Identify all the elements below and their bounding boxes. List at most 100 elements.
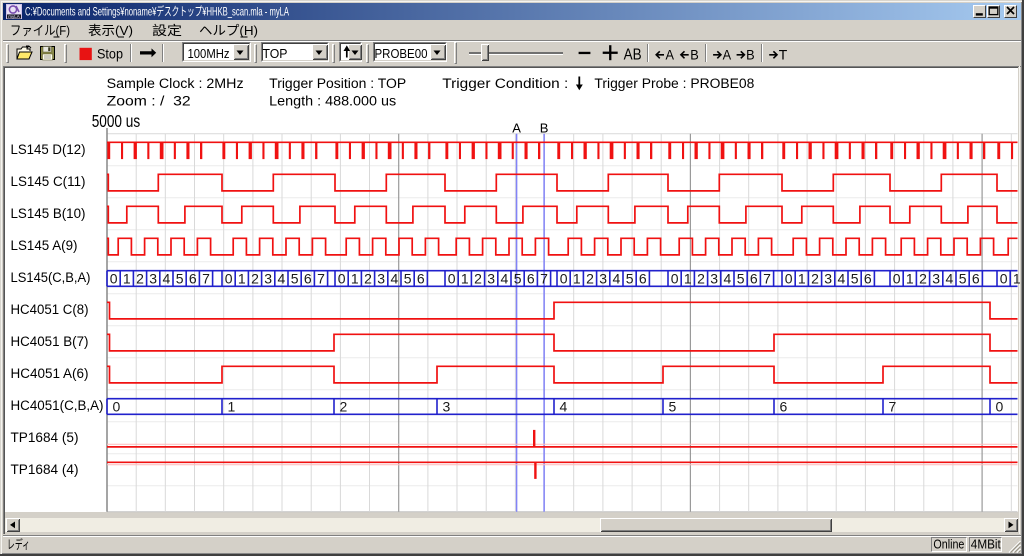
svg-text:1: 1 bbox=[123, 270, 131, 286]
svg-text:4: 4 bbox=[501, 270, 509, 286]
svg-text:7: 7 bbox=[202, 270, 210, 286]
svg-text:1: 1 bbox=[1013, 270, 1021, 286]
svg-text:Stop: Stop bbox=[97, 47, 123, 62]
svg-text:4: 4 bbox=[278, 270, 286, 286]
svg-text:A: A bbox=[723, 47, 732, 63]
svg-text:7: 7 bbox=[763, 270, 771, 286]
svg-text:ヘルプ(H): ヘルプ(H) bbox=[199, 23, 258, 38]
svg-text:3: 3 bbox=[487, 270, 495, 286]
svg-text:4: 4 bbox=[391, 270, 399, 286]
svg-text:2: 2 bbox=[697, 270, 705, 286]
svg-text:0: 0 bbox=[113, 398, 121, 414]
svg-text:HC4051 B(7): HC4051 B(7) bbox=[11, 334, 89, 349]
svg-text:LS145 D(12): LS145 D(12) bbox=[11, 142, 86, 157]
svg-text:TOP: TOP bbox=[263, 46, 288, 61]
svg-text:5: 5 bbox=[737, 270, 745, 286]
svg-text:5: 5 bbox=[851, 270, 859, 286]
svg-text:B: B bbox=[540, 120, 549, 135]
svg-text:4: 4 bbox=[163, 270, 171, 286]
svg-text:2: 2 bbox=[919, 270, 927, 286]
svg-text:5: 5 bbox=[291, 270, 299, 286]
svg-text:表示(V): 表示(V) bbox=[88, 23, 133, 38]
svg-text:3: 3 bbox=[264, 270, 272, 286]
svg-text:2: 2 bbox=[811, 270, 819, 286]
svg-text:3: 3 bbox=[377, 270, 385, 286]
svg-text:A: A bbox=[666, 47, 675, 63]
svg-text:TP1684 (4): TP1684 (4) bbox=[11, 462, 79, 477]
svg-text:6: 6 bbox=[527, 270, 535, 286]
svg-text:4: 4 bbox=[724, 270, 732, 286]
svg-text:3: 3 bbox=[149, 270, 157, 286]
svg-text:2: 2 bbox=[136, 270, 144, 286]
svg-text:1: 1 bbox=[238, 270, 246, 286]
svg-text:1: 1 bbox=[906, 270, 914, 286]
svg-text:B: B bbox=[746, 47, 755, 63]
svg-text:LS145 A(9): LS145 A(9) bbox=[11, 238, 78, 253]
svg-text:HC4051 A(6): HC4051 A(6) bbox=[11, 366, 89, 381]
svg-text:5000 us: 5000 us bbox=[92, 111, 141, 131]
svg-text:1: 1 bbox=[684, 270, 692, 286]
svg-text:Online: Online bbox=[933, 538, 964, 552]
svg-text:4MBit: 4MBit bbox=[971, 538, 1001, 552]
svg-text:0: 0 bbox=[338, 270, 346, 286]
svg-text:PROBE00: PROBE00 bbox=[375, 46, 428, 61]
svg-text:LS145 C(11): LS145 C(11) bbox=[11, 174, 86, 189]
svg-text:HC4051(C,B,A): HC4051(C,B,A) bbox=[11, 398, 104, 413]
svg-text:B: B bbox=[690, 47, 699, 63]
svg-text:3: 3 bbox=[932, 270, 940, 286]
svg-text:Trigger Position : TOP: Trigger Position : TOP bbox=[269, 76, 406, 91]
svg-text:LS145(C,B,A): LS145(C,B,A) bbox=[11, 270, 91, 285]
svg-text:0: 0 bbox=[560, 270, 568, 286]
svg-text:設定: 設定 bbox=[152, 23, 182, 38]
svg-text:C:¥Documents and Settings¥nona: C:¥Documents and Settings¥noname¥デスクトップ¥… bbox=[25, 4, 289, 19]
svg-text:HC4051 C(8): HC4051 C(8) bbox=[11, 302, 89, 317]
svg-text:3: 3 bbox=[710, 270, 718, 286]
svg-text:1: 1 bbox=[461, 270, 469, 286]
svg-text:3: 3 bbox=[443, 398, 451, 414]
svg-text:6: 6 bbox=[864, 270, 872, 286]
svg-text:TP1684 (5): TP1684 (5) bbox=[11, 430, 79, 445]
svg-text:4: 4 bbox=[946, 270, 954, 286]
svg-text:0: 0 bbox=[671, 270, 679, 286]
svg-text:5: 5 bbox=[514, 270, 522, 286]
svg-text:2: 2 bbox=[364, 270, 372, 286]
svg-text:Length : 488.000 us: Length : 488.000 us bbox=[269, 93, 396, 108]
svg-text:6: 6 bbox=[750, 270, 758, 286]
svg-text:5: 5 bbox=[626, 270, 634, 286]
svg-text:6: 6 bbox=[189, 270, 197, 286]
svg-text:6: 6 bbox=[417, 270, 425, 286]
svg-text:0: 0 bbox=[785, 270, 793, 286]
svg-text:6: 6 bbox=[780, 398, 788, 414]
svg-text:4: 4 bbox=[613, 270, 621, 286]
svg-text:ファイル(F): ファイル(F) bbox=[10, 23, 70, 38]
svg-text:7: 7 bbox=[889, 398, 897, 414]
svg-text:2: 2 bbox=[340, 398, 348, 414]
svg-text:LS145 B(10): LS145 B(10) bbox=[11, 206, 86, 221]
svg-text:1: 1 bbox=[351, 270, 359, 286]
svg-text:3: 3 bbox=[599, 270, 607, 286]
svg-text:5: 5 bbox=[669, 398, 677, 414]
svg-text:A: A bbox=[512, 120, 521, 135]
svg-text:4: 4 bbox=[560, 398, 568, 414]
svg-text:0: 0 bbox=[225, 270, 233, 286]
svg-text:6: 6 bbox=[972, 270, 980, 286]
svg-text:myLA: myLA bbox=[8, 14, 20, 19]
svg-text:0: 0 bbox=[110, 270, 118, 286]
svg-text:5: 5 bbox=[404, 270, 412, 286]
svg-text:6: 6 bbox=[639, 270, 647, 286]
svg-text:Sample Clock : 2MHz: Sample Clock : 2MHz bbox=[107, 76, 244, 91]
svg-text:7: 7 bbox=[540, 270, 548, 286]
svg-text:6: 6 bbox=[304, 270, 312, 286]
svg-text:3: 3 bbox=[824, 270, 832, 286]
svg-text:5: 5 bbox=[959, 270, 967, 286]
svg-text:Trigger Condition :: Trigger Condition : bbox=[442, 76, 568, 91]
svg-text:7: 7 bbox=[317, 270, 325, 286]
svg-text:5: 5 bbox=[176, 270, 184, 286]
svg-text:0: 0 bbox=[996, 398, 1004, 414]
svg-text:Zoom : / 32: Zoom : / 32 bbox=[107, 93, 191, 108]
svg-text:レディ: レディ bbox=[7, 537, 30, 552]
svg-text:2: 2 bbox=[586, 270, 594, 286]
svg-text:0: 0 bbox=[1000, 270, 1008, 286]
svg-text:Trigger Probe : PROBE08: Trigger Probe : PROBE08 bbox=[594, 76, 754, 91]
svg-text:AB: AB bbox=[624, 47, 642, 64]
